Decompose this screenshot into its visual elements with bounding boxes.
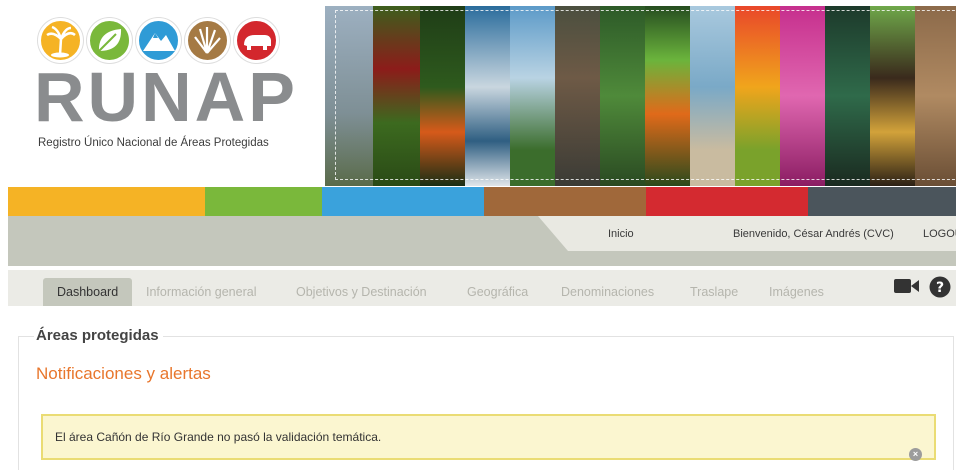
- tab-objetivos-destinacion[interactable]: Objetivos y Destinación: [296, 278, 427, 306]
- help-icon[interactable]: ?: [929, 276, 951, 303]
- notifications-title: Notificaciones y alertas: [36, 364, 211, 383]
- tab-imagenes[interactable]: Imágenes: [769, 278, 824, 306]
- video-camera-icon[interactable]: [894, 276, 920, 301]
- tab-informacion-general[interactable]: Información general: [146, 278, 256, 306]
- alert-box: El área Cañón de Río Grande no pasó la v…: [41, 414, 936, 461]
- tab-dashboard[interactable]: Dashboard: [43, 278, 133, 306]
- svg-text:?: ?: [936, 280, 944, 296]
- nature-photo-banner: [325, 6, 956, 186]
- user-bar: Inicio Bienvenido, César Andrés (CVC) LO…: [8, 216, 956, 266]
- logo-circles: [38, 18, 279, 63]
- logo[interactable]: RUNAP Registro Único Nacional de Áreas P…: [0, 0, 325, 187]
- alert-message: El área Cañón de Río Grande no pasó la v…: [55, 430, 382, 444]
- bear-icon: [234, 18, 279, 63]
- close-icon[interactable]: ×: [909, 448, 922, 461]
- tab-geografica[interactable]: Geográfica: [467, 278, 528, 306]
- palm-tree-icon: [38, 18, 83, 63]
- tab-traslape[interactable]: Traslape: [690, 278, 738, 306]
- grass-icon: [185, 18, 230, 63]
- leaf-icon: [87, 18, 132, 63]
- tab-bar: Dashboard Información general Objetivos …: [8, 270, 956, 306]
- mountain-icon: [136, 18, 181, 63]
- section-legend: Áreas protegidas: [34, 327, 163, 344]
- color-bar: [8, 187, 956, 216]
- logo-subtitle: Registro Único Nacional de Áreas Protegi…: [38, 137, 269, 149]
- home-link[interactable]: Inicio: [608, 228, 634, 240]
- welcome-text: Bienvenido, César Andrés (CVC): [733, 228, 894, 240]
- tab-denominaciones[interactable]: Denominaciones: [561, 278, 654, 306]
- logo-wordmark: RUNAP: [34, 58, 298, 136]
- logout-link[interactable]: LOGOU: [923, 228, 956, 240]
